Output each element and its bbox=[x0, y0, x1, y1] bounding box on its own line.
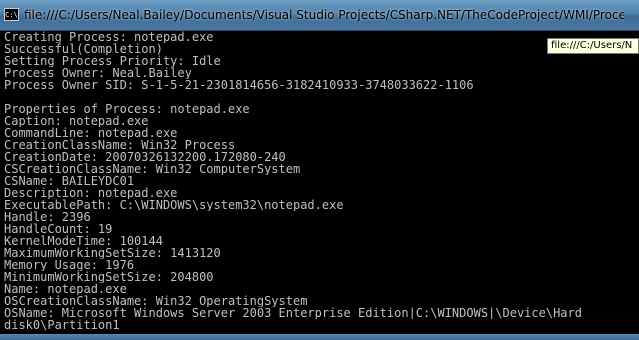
console-line: CSName: BAILEYDC01 bbox=[4, 175, 135, 187]
console-output[interactable]: Creating Process: notepad.exe Successful… bbox=[0, 31, 639, 335]
console-line: CommandLine: notepad.exe bbox=[4, 127, 178, 139]
console-line: OSCreationClassName: Win32_OperatingSyst… bbox=[4, 295, 308, 307]
console-line: Memory Usage: 1976 bbox=[4, 259, 135, 271]
window-title: file:///C:/Users/Neal.Bailey/Documents/V… bbox=[24, 8, 624, 22]
title-tooltip: file:///C:/Users/N bbox=[547, 38, 639, 54]
console-app-icon[interactable]: C:\ bbox=[4, 8, 19, 21]
console-line: disk0\Partition1 bbox=[4, 319, 120, 331]
console-line: Name: notepad.exe bbox=[4, 283, 127, 295]
console-line: CSCreationClassName: Win32_ComputerSyste… bbox=[4, 163, 301, 175]
console-line: Handle: 2396 bbox=[4, 211, 91, 223]
console-line: MaximumWorkingSetSize: 1413120 bbox=[4, 247, 221, 259]
console-line: KernelModeTime: 100144 bbox=[4, 235, 163, 247]
console-line: CreationClassName: Win32_Process bbox=[4, 139, 236, 151]
console-line: ExecutablePath: C:\WINDOWS\system32\note… bbox=[4, 199, 344, 211]
console-line: CreationDate: 20070326132200.172080-240 bbox=[4, 151, 286, 163]
console-line: OSName: Microsoft Windows Server 2003 En… bbox=[4, 307, 582, 319]
console-line: Process Owner: Neal.Bailey bbox=[4, 67, 192, 79]
console-line: Description: notepad.exe bbox=[4, 187, 178, 199]
window-bottom-border bbox=[0, 334, 639, 340]
console-line: Properties of Process: notepad.exe bbox=[4, 103, 250, 115]
console-line: Process Owner SID: S-1-5-21-2301814656-3… bbox=[4, 79, 474, 91]
console-line: HandleCount: 19 bbox=[4, 223, 113, 235]
title-bar[interactable]: C:\ file:///C:/Users/Neal.Bailey/Documen… bbox=[0, 0, 639, 31]
console-line: Caption: notepad.exe bbox=[4, 115, 149, 127]
console-line: Setting Process Priority: Idle bbox=[4, 55, 221, 67]
console-line: MinimumWorkingSetSize: 204800 bbox=[4, 271, 214, 283]
console-line: Creating Process: notepad.exe bbox=[4, 31, 214, 43]
console-window: C:\ file:///C:/Users/Neal.Bailey/Documen… bbox=[0, 0, 639, 340]
console-line: Successful(Completion) bbox=[4, 43, 163, 55]
